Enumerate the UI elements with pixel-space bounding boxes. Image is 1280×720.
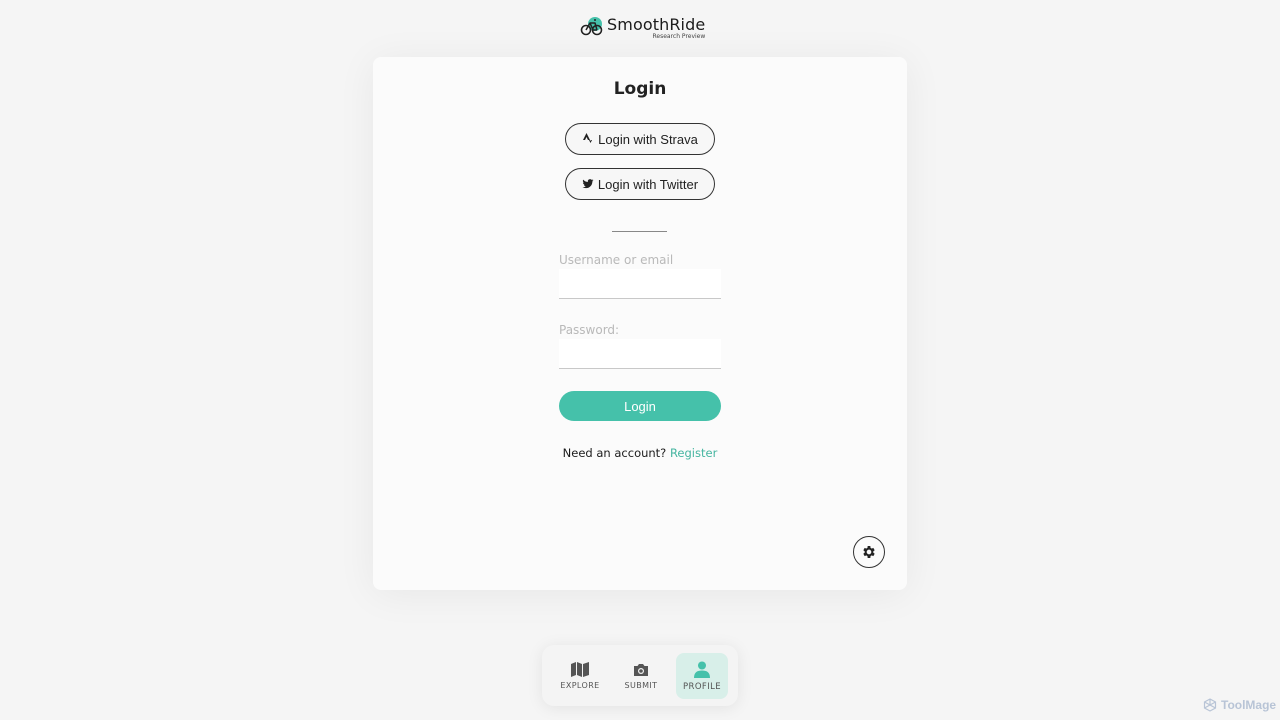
nav-submit[interactable]: SUBMIT [615, 653, 667, 699]
username-field[interactable] [559, 269, 721, 299]
camera-icon [634, 663, 648, 676]
nav-submit-label: SUBMIT [624, 680, 658, 690]
watermark-text: ToolMage [1221, 698, 1277, 712]
bottom-nav: EXPLORE SUBMIT PROFILE [542, 645, 738, 706]
strava-button-label: Login with Strava [598, 131, 698, 147]
bicycle-icon [580, 17, 603, 36]
password-label: Password: [559, 323, 620, 337]
gear-icon [863, 546, 875, 558]
twitter-button-label: Login with Twitter [597, 176, 699, 192]
register-link[interactable]: Register [670, 446, 717, 460]
nav-explore-label: EXPLORE [560, 681, 600, 690]
login-card: Login Login with Strava Login with Twitt… [373, 57, 907, 590]
register-prompt-text: Need an account? [562, 446, 667, 460]
map-icon [571, 662, 589, 677]
cube-icon [1203, 698, 1217, 712]
page-title: Login [613, 79, 667, 99]
nav-explore[interactable]: EXPLORE [554, 653, 606, 699]
user-icon [694, 661, 710, 678]
login-with-twitter-button[interactable]: Login with Twitter [565, 168, 715, 200]
watermark: ToolMage [1203, 698, 1276, 712]
brand-subtitle: Research Preview [652, 33, 706, 40]
register-prompt: Need an account? Register [373, 446, 907, 460]
login-submit-button[interactable]: Login [559, 391, 721, 421]
settings-button[interactable] [853, 536, 885, 568]
password-field[interactable] [559, 339, 721, 369]
twitter-icon [582, 179, 594, 189]
strava-icon [583, 133, 593, 143]
divider [612, 231, 667, 232]
nav-profile[interactable]: PROFILE [676, 653, 728, 699]
brand-logo[interactable]: SmoothRide Research Preview [580, 14, 705, 40]
username-label: Username or email [559, 253, 674, 267]
nav-profile-label: PROFILE [682, 681, 722, 692]
login-with-strava-button[interactable]: Login with Strava [565, 123, 715, 155]
